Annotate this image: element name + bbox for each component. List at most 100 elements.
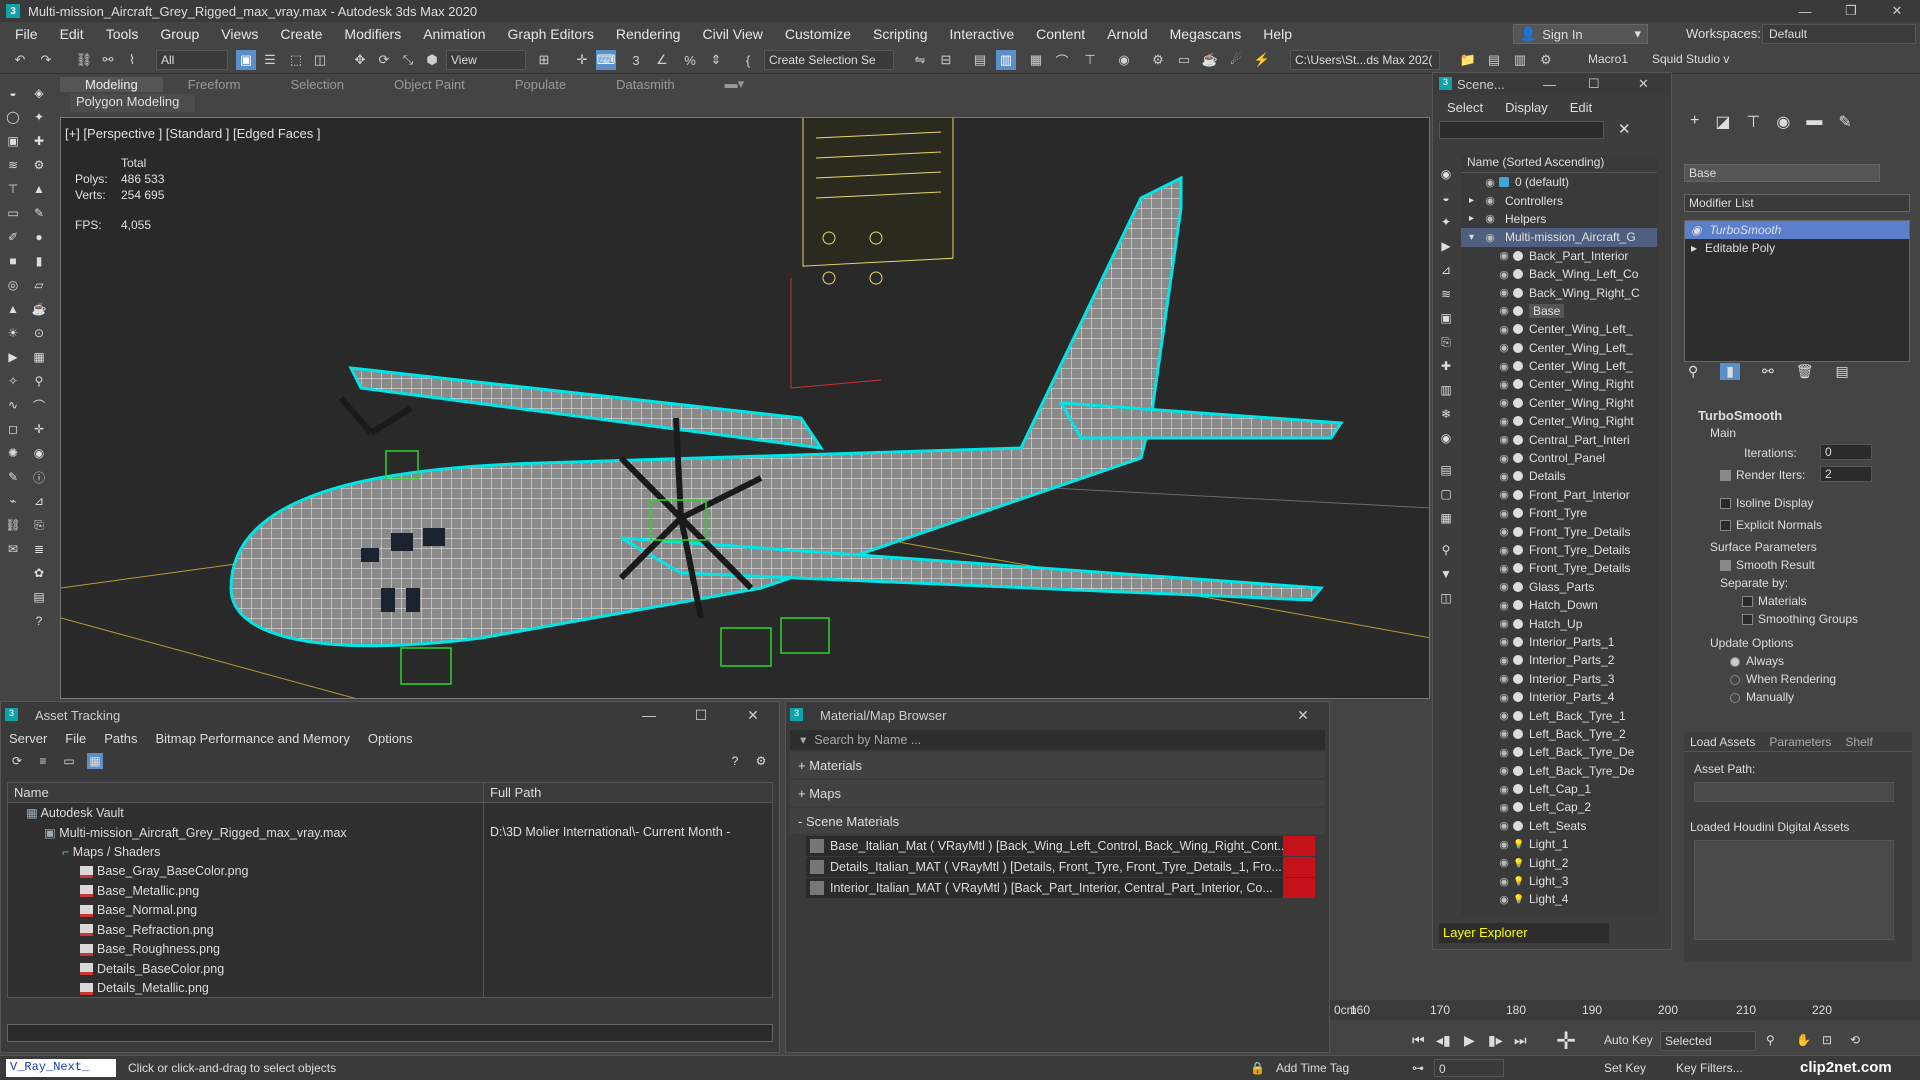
- visibility-eye-icon[interactable]: ◉: [1497, 617, 1511, 630]
- save-project-icon[interactable]: ▤: [1484, 50, 1504, 70]
- menu-bitmap-performance[interactable]: Bitmap Performance and Memory: [156, 731, 350, 746]
- column-name[interactable]: Name: [8, 783, 483, 802]
- visibility-eye-icon[interactable]: ◉: [1497, 249, 1511, 262]
- key-mode-icon[interactable]: ⊶: [1412, 1061, 1424, 1075]
- go-to-start-icon[interactable]: ⏮: [1412, 1032, 1425, 1049]
- select-object-icon[interactable]: ▣: [236, 50, 256, 70]
- configure-sets-icon[interactable]: ▤: [1836, 363, 1849, 380]
- scene-row[interactable]: ◉ Interior_Parts_4: [1461, 688, 1657, 706]
- expand-icon[interactable]: ▸: [1469, 213, 1483, 224]
- dummy-icon[interactable]: ◻: [4, 420, 22, 438]
- selection-filter-dropdown[interactable]: All: [156, 50, 228, 70]
- go-to-end-icon[interactable]: ⏭: [1514, 1032, 1527, 1049]
- menu-arnold[interactable]: Arnold: [1096, 26, 1158, 42]
- menu-tools[interactable]: Tools: [95, 26, 150, 42]
- shapes-icon[interactable]: ◯: [4, 108, 22, 126]
- close-icon[interactable]: ✕: [1277, 702, 1329, 728]
- explicit-normals-checkbox[interactable]: Explicit Normals: [1720, 518, 1822, 532]
- motion-icon[interactable]: ▲: [30, 180, 48, 198]
- key-set-dropdown[interactable]: Selected: [1660, 1031, 1756, 1051]
- bind-space-warp-icon[interactable]: ⌇: [122, 50, 142, 70]
- lock-icon[interactable]: 🔒: [1250, 1061, 1265, 1075]
- edit-named-selection-icon[interactable]: {: [738, 50, 758, 70]
- remove-modifier-icon[interactable]: 🗑: [1796, 363, 1814, 380]
- scale-icon[interactable]: ⤡: [398, 50, 418, 70]
- named-selection-dropdown[interactable]: Create Selection Se: [764, 50, 894, 70]
- maximize-icon[interactable]: ☐: [1588, 76, 1600, 92]
- add-time-tag-label[interactable]: Add Time Tag: [1276, 1061, 1349, 1075]
- visibility-eye-icon[interactable]: ◉: [1483, 176, 1497, 189]
- grid-icon[interactable]: ▦: [30, 348, 48, 366]
- scene-row[interactable]: ◉ 💡 Light_4: [1461, 890, 1657, 908]
- column-name-header[interactable]: Name (Sorted Ascending): [1461, 155, 1657, 173]
- asset-row[interactable]: Base_Normal.png: [8, 900, 772, 920]
- clear-search-icon[interactable]: ✕: [1618, 120, 1631, 138]
- orbit-icon[interactable]: ⟲: [1850, 1033, 1860, 1047]
- display-tab-icon[interactable]: ▬: [1806, 112, 1822, 132]
- tab-parameters[interactable]: Parameters: [1769, 735, 1831, 749]
- asset-row[interactable]: ▣ Multi-mission_Aircraft_Grey_Rigged_max…: [8, 822, 772, 842]
- refresh-icon[interactable]: ⟳: [9, 753, 25, 769]
- info-icon[interactable]: ⓘ: [30, 468, 48, 486]
- filter-bones-icon[interactable]: ✚: [1437, 357, 1455, 375]
- pin-stack-icon[interactable]: ⚲: [1688, 363, 1698, 380]
- scene-row[interactable]: ◉ Back_Wing_Right_C: [1461, 283, 1657, 301]
- turbosmooth-title[interactable]: TurboSmooth: [1684, 406, 1912, 424]
- smoothing-groups-checkbox[interactable]: Smoothing Groups: [1742, 612, 1858, 626]
- table-view-icon[interactable]: ▦: [87, 753, 103, 769]
- particle-icon[interactable]: ✧: [4, 372, 22, 390]
- scene-row[interactable]: ◉ Front_Tyre_Details: [1461, 541, 1657, 559]
- scene-row[interactable]: ◉ 💡 Light_3: [1461, 872, 1657, 890]
- menu-edit[interactable]: Edit: [1570, 100, 1592, 115]
- layer-icon[interactable]: ◫: [1437, 589, 1455, 607]
- loaded-assets-list[interactable]: [1694, 840, 1894, 940]
- ribbon-toggle-icon[interactable]: ▦: [1026, 50, 1046, 70]
- asset-row[interactable]: Details_BaseColor.png: [8, 959, 772, 979]
- filter-spacewarps-icon[interactable]: ≋: [1437, 285, 1455, 303]
- scene-row[interactable]: ◉ Left_Back_Tyre_De: [1461, 762, 1657, 780]
- ribbon-options-icon[interactable]: ▬▾: [700, 76, 770, 92]
- menu-create[interactable]: Create: [269, 26, 333, 42]
- scene-row[interactable]: ◉ Details: [1461, 467, 1657, 485]
- visibility-eye-icon[interactable]: ◉: [1497, 562, 1511, 575]
- sphere-icon[interactable]: ●: [30, 228, 48, 246]
- minimize-icon[interactable]: —: [1543, 77, 1556, 92]
- toggle-scene-explorer-icon[interactable]: ▤: [970, 50, 990, 70]
- workspace-select[interactable]: Default: [1762, 24, 1916, 44]
- key-filters-button[interactable]: Key Filters...: [1676, 1061, 1743, 1075]
- scene-row[interactable]: ◉ Central_Part_Interi: [1461, 430, 1657, 448]
- smooth-result-checkbox[interactable]: Smooth Result: [1720, 558, 1815, 572]
- rotate-icon[interactable]: ⟳: [374, 50, 394, 70]
- materials-checkbox[interactable]: Materials: [1742, 594, 1807, 608]
- visibility-eye-icon[interactable]: ◉: [1497, 341, 1511, 354]
- maxscript-listener-field[interactable]: V_Ray_Next_: [6, 1059, 116, 1077]
- visibility-eye-icon[interactable]: ◉: [1497, 838, 1511, 851]
- minimize-icon[interactable]: —: [1782, 0, 1828, 22]
- scene-row[interactable]: ◉ 💡 Light_2: [1461, 853, 1657, 871]
- asset-row[interactable]: Base_Roughness.png: [8, 939, 772, 959]
- visibility-eye-icon[interactable]: ◉: [1497, 580, 1511, 593]
- asset-row[interactable]: Base_Gray_BaseColor.png: [8, 861, 772, 881]
- visibility-eye-icon[interactable]: ◉: [1497, 415, 1511, 428]
- perspective-viewport[interactable]: [+] [Perspective ] [Standard ] [Edged Fa…: [60, 117, 1430, 699]
- select-none-icon[interactable]: ▢: [1437, 485, 1455, 503]
- move-icon[interactable]: ✥: [350, 50, 370, 70]
- filter-cameras-icon[interactable]: ▶: [1437, 237, 1455, 255]
- xref-icon[interactable]: ⎘: [30, 516, 48, 534]
- cameras-icon[interactable]: ▣: [4, 132, 22, 150]
- angle-snap-icon[interactable]: ∠: [652, 50, 672, 70]
- visibility-eye-icon[interactable]: ◉: [1497, 470, 1511, 483]
- visibility-eye-icon[interactable]: ◉: [1497, 654, 1511, 667]
- menu-content[interactable]: Content: [1025, 26, 1096, 42]
- motion-tab-icon[interactable]: ◉: [1776, 112, 1790, 132]
- snap-icon[interactable]: ⌁: [4, 492, 22, 510]
- render-iters-checkbox[interactable]: Render Iters:: [1720, 468, 1805, 482]
- paint-icon[interactable]: ✐: [4, 228, 22, 246]
- create-tab-icon[interactable]: +: [1690, 112, 1699, 132]
- scene-row[interactable]: ◉ Center_Wing_Left_: [1461, 357, 1657, 375]
- filter-geometry-icon[interactable]: ◉: [1437, 165, 1455, 183]
- search-icon[interactable]: ⚲: [1766, 1033, 1775, 1047]
- visibility-eye-icon[interactable]: ◉: [1497, 819, 1511, 832]
- scene-row[interactable]: ◉ Left_Back_Tyre_De: [1461, 743, 1657, 761]
- iterations-spinner[interactable]: 0: [1820, 444, 1872, 460]
